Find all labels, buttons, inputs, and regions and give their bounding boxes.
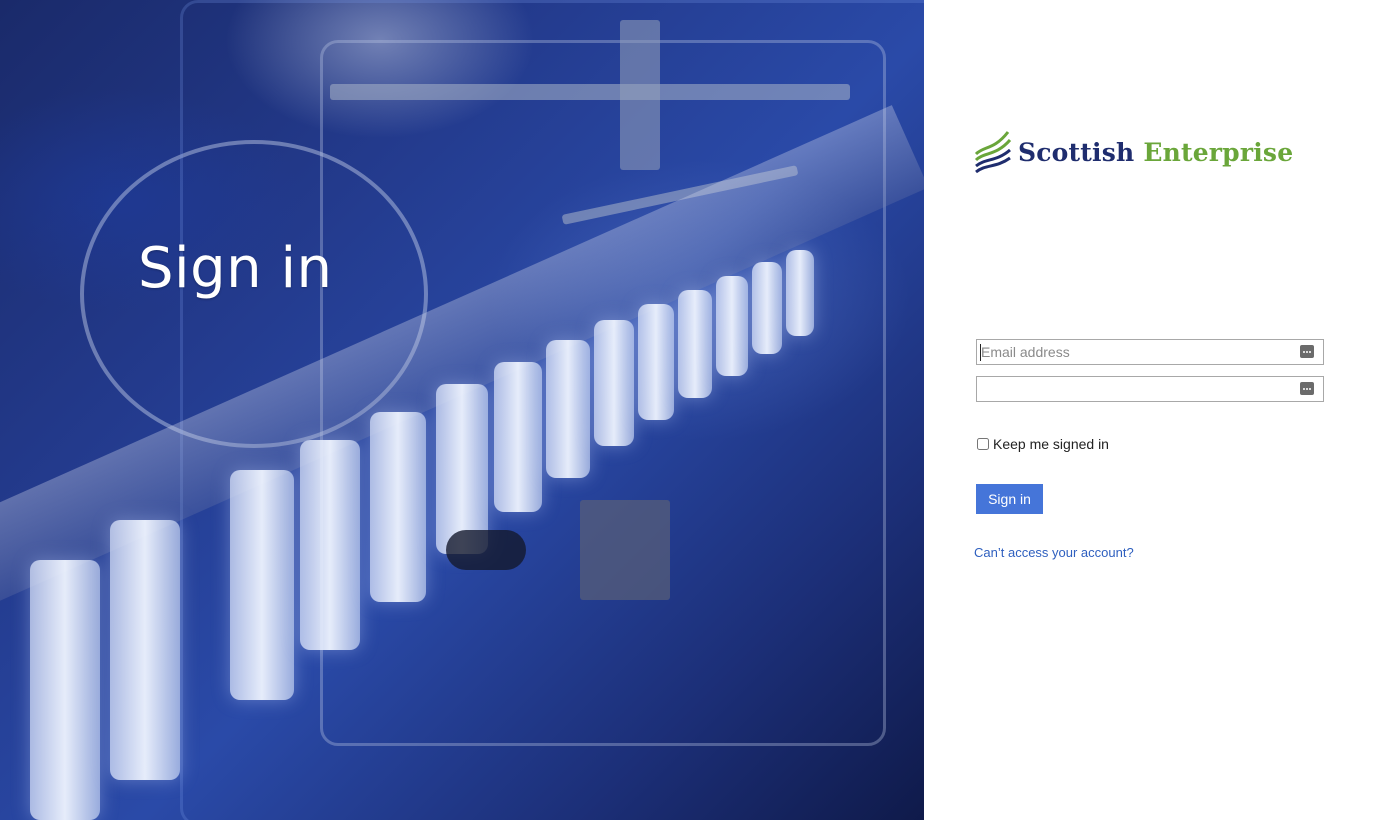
hero-bottle [110,520,180,780]
hero-bottle [594,320,634,446]
hero-bottle [230,470,294,700]
hero-knob [446,530,526,570]
hero-bottle [30,560,100,820]
hero-bottle [436,384,488,554]
password-manager-key-icon[interactable] [1300,382,1314,395]
email-field [976,339,1324,365]
brand-name-part2: Enterprise [1143,137,1294,167]
hero-bottle [300,440,360,650]
password-manager-key-icon[interactable] [1300,345,1314,358]
wave-logo-icon [974,131,1012,174]
keep-signed-in-row: Keep me signed in [976,436,1109,452]
hero-panel: Sign in [0,0,924,820]
brand-name-part1: Scottish [1018,137,1135,167]
keep-signed-in-checkbox[interactable] [977,438,989,450]
hero-bottle [752,262,782,354]
hero-bottle [370,412,426,602]
hero-bottle [546,340,590,478]
brand-logo: Scottish Enterprise [974,124,1293,180]
keep-signed-in-label[interactable]: Keep me signed in [993,436,1109,452]
hero-bottle [494,362,542,512]
hero-bottle [716,276,748,376]
sign-in-button[interactable]: Sign in [976,484,1043,514]
hero-bottle [638,304,674,420]
text-caret [980,344,981,361]
signin-panel: Scottish Enterprise Keep me signed in Si… [924,0,1400,820]
hero-bottle [786,250,814,336]
hero-bottle [678,290,712,398]
hero-clamp [580,500,670,600]
page-title: Sign in [138,236,333,301]
hero-rail [330,84,850,100]
email-input[interactable] [977,340,1297,364]
password-field [976,376,1324,402]
brand-name: Scottish Enterprise [1018,138,1293,167]
cant-access-account-link[interactable]: Can’t access your account? [974,545,1134,560]
password-input[interactable] [977,377,1297,401]
hero-post [620,20,660,170]
